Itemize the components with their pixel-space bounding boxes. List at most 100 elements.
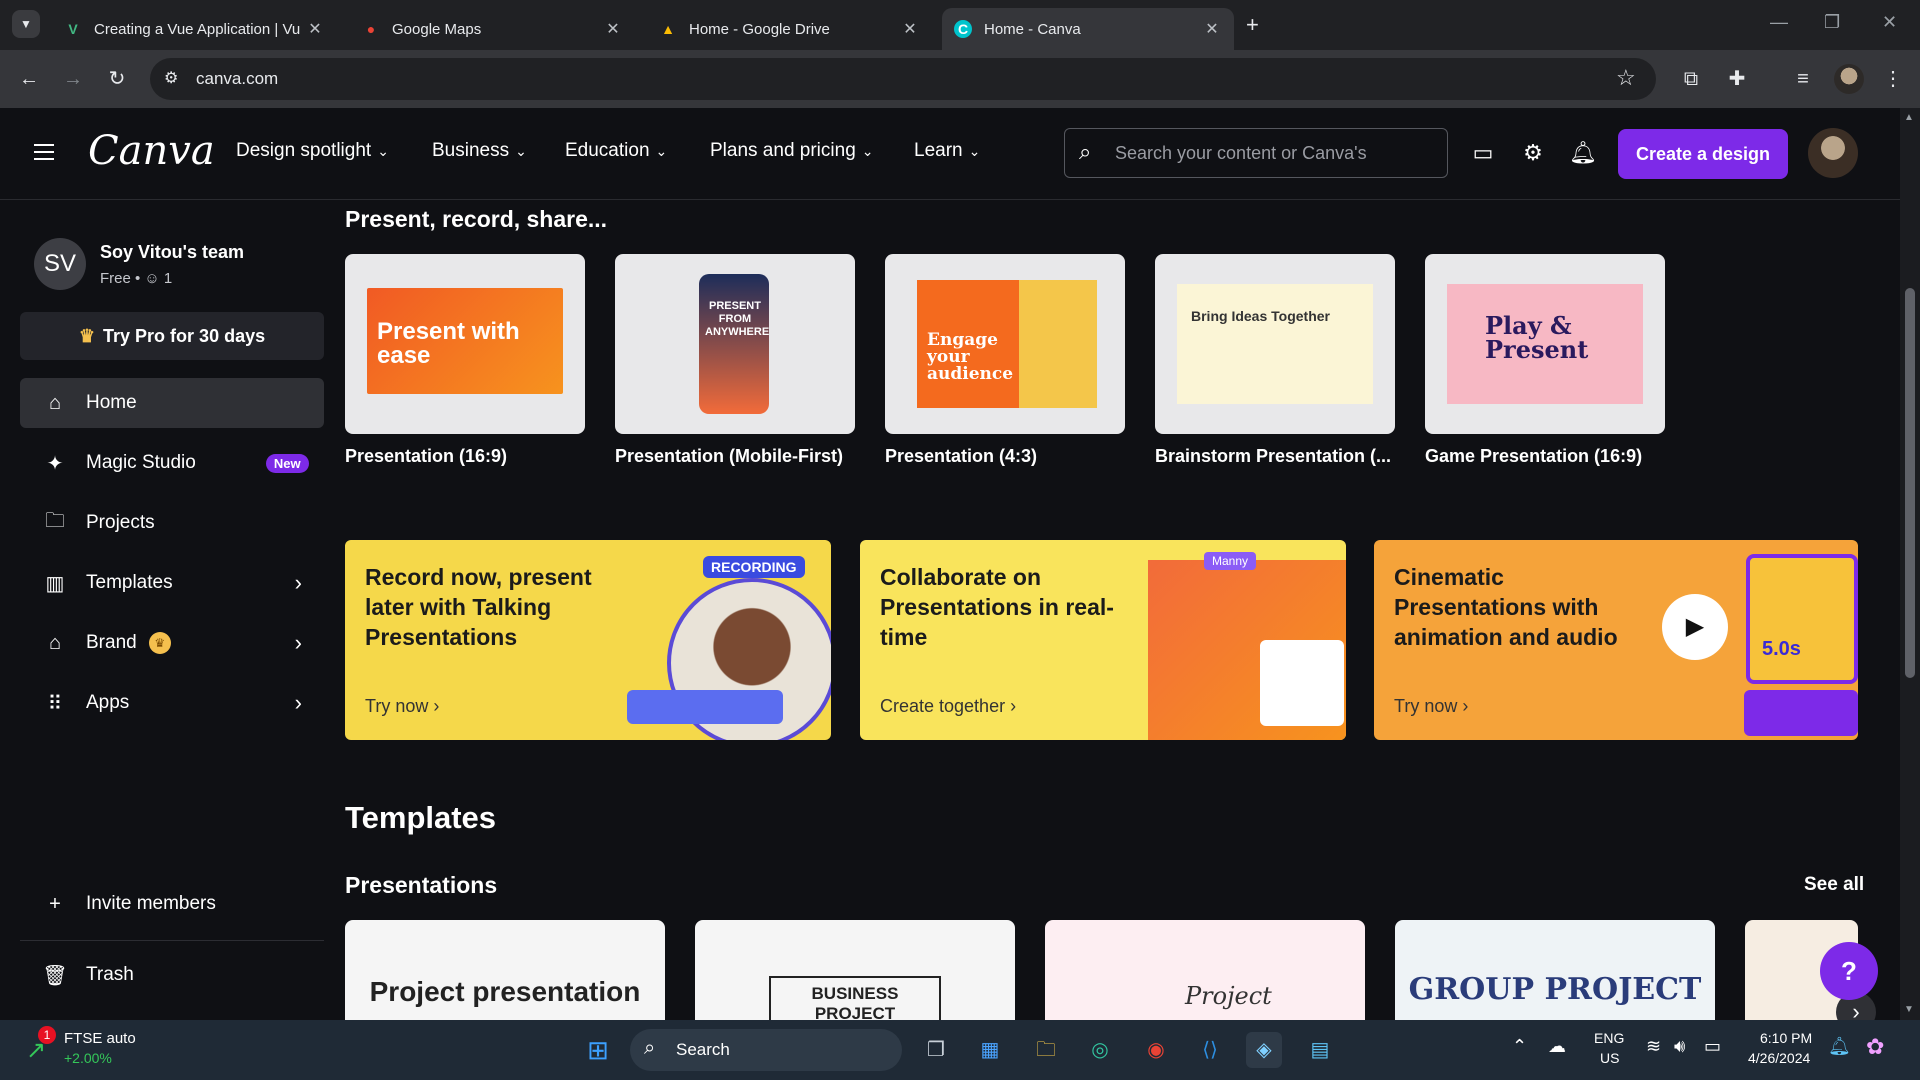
- taskbar-search-input[interactable]: ⌕ Search: [630, 1029, 902, 1071]
- card-thumb-presentation-4-3[interactable]: Engage your audience: [885, 254, 1125, 434]
- forward-icon[interactable]: →: [58, 64, 88, 94]
- menu-dots-icon[interactable]: ⋮: [1878, 64, 1908, 94]
- chrome-browser-icon[interactable]: ◉: [1138, 1032, 1174, 1068]
- media-control-icon[interactable]: ≡: [1788, 64, 1818, 94]
- page-scrollbar[interactable]: ▲ ▼: [1900, 108, 1920, 1020]
- wifi-icon[interactable]: ≋: [1646, 1036, 1661, 1057]
- close-icon[interactable]: ✕: [603, 19, 623, 39]
- promo-collaborate[interactable]: Collaborate on Presentations in real-tim…: [860, 540, 1346, 740]
- sidebar-item-home[interactable]: ⌂ Home: [20, 378, 324, 428]
- new-badge: New: [265, 453, 309, 473]
- sidebar-item-templates[interactable]: ▥ Templates ›: [20, 558, 324, 608]
- reload-icon[interactable]: ↻: [102, 64, 132, 94]
- promo-talking-presentations[interactable]: Record now, present later with Talking P…: [345, 540, 831, 740]
- card-label[interactable]: Presentation (Mobile-First): [615, 446, 855, 467]
- nav-education[interactable]: Education ⌄: [565, 140, 667, 162]
- nav-plans-pricing[interactable]: Plans and pricing ⌄: [710, 140, 874, 162]
- edge-browser-icon[interactable]: ◎: [1082, 1032, 1118, 1068]
- site-info-icon[interactable]: ⚙: [164, 68, 178, 88]
- sidebar-item-magic-studio[interactable]: ✦ Magic Studio New: [20, 438, 324, 488]
- promo-link[interactable]: Try now ›: [1394, 696, 1468, 717]
- play-icon[interactable]: ▶: [1662, 594, 1728, 660]
- windows-start-icon[interactable]: ⊞: [580, 1032, 616, 1068]
- scrollbar-thumb[interactable]: [1905, 288, 1915, 678]
- python-app-icon[interactable]: ◈: [1246, 1032, 1282, 1068]
- copilot-icon[interactable]: ✿: [1866, 1034, 1884, 1060]
- promo-cinematic[interactable]: Cinematic Presentations with animation a…: [1374, 540, 1858, 740]
- card-thumb-presentation-16-9[interactable]: Present with ease: [345, 254, 585, 434]
- tray-overflow-icon[interactable]: ⌃: [1512, 1036, 1527, 1057]
- nav-learn[interactable]: Learn ⌄: [914, 140, 980, 162]
- tab-vue[interactable]: V Creating a Vue Application | Vu ✕: [52, 8, 337, 50]
- template-thumb[interactable]: Project: [1045, 920, 1365, 1020]
- try-pro-button[interactable]: ♛ Try Pro for 30 days: [20, 312, 324, 360]
- team-name[interactable]: Soy Vitou's team: [100, 242, 244, 263]
- card-thumb-game[interactable]: Play & Present: [1425, 254, 1665, 434]
- promo-link[interactable]: Try now ›: [365, 696, 439, 717]
- battery-icon[interactable]: ▭: [1704, 1036, 1721, 1057]
- notification-bell-icon[interactable]: 🔔︎: [1828, 1036, 1851, 1057]
- microsoft-store-icon[interactable]: ▦: [972, 1032, 1008, 1068]
- card-label[interactable]: Presentation (4:3): [885, 446, 1125, 467]
- user-avatar[interactable]: [1808, 128, 1858, 178]
- template-thumb[interactable]: GROUP PROJECT: [1395, 920, 1715, 1020]
- extensions-icon[interactable]: ✚: [1722, 64, 1752, 94]
- template-thumb[interactable]: BUSINESS PROJECT: [695, 920, 1015, 1020]
- restore-icon[interactable]: ❐: [1824, 12, 1840, 33]
- notepad-icon[interactable]: ▤: [1302, 1032, 1338, 1068]
- sidebar-item-projects[interactable]: 🗀︎ Projects: [20, 498, 324, 548]
- bookmark-star-icon[interactable]: ☆: [1616, 65, 1636, 91]
- tab-maps[interactable]: ● Google Maps ✕: [350, 8, 635, 50]
- language-label[interactable]: ENG: [1594, 1030, 1624, 1046]
- card-label[interactable]: Presentation (16:9): [345, 446, 585, 467]
- template-thumb[interactable]: Project presentation: [345, 920, 665, 1020]
- close-icon[interactable]: ✕: [1202, 19, 1222, 39]
- promo-link[interactable]: Create together ›: [880, 696, 1016, 717]
- minimize-icon[interactable]: —: [1770, 12, 1788, 33]
- back-icon[interactable]: ←: [14, 64, 44, 94]
- settings-gear-icon[interactable]: ⚙: [1518, 138, 1548, 168]
- card-thumb-brainstorm[interactable]: Bring Ideas Together: [1155, 254, 1395, 434]
- omnibox[interactable]: ⚙ canva.com ☆: [150, 58, 1656, 100]
- invite-members-button[interactable]: + Invite members: [20, 879, 324, 929]
- new-tab-icon[interactable]: +: [1246, 12, 1259, 38]
- onedrive-cloud-icon[interactable]: ☁: [1548, 1036, 1566, 1057]
- card-thumb-presentation-mobile[interactable]: PRESENT FROM ANYWHERE: [615, 254, 855, 434]
- hamburger-menu-icon[interactable]: [34, 144, 54, 160]
- create-design-button[interactable]: Create a design: [1618, 129, 1788, 179]
- sidebar-item-apps[interactable]: ⠿ Apps ›: [20, 678, 324, 728]
- translate-icon[interactable]: ⧉: [1676, 64, 1706, 94]
- stock-name[interactable]: FTSE auto: [64, 1030, 136, 1047]
- scroll-down-icon[interactable]: ▼: [1904, 1004, 1914, 1015]
- team-avatar[interactable]: SV: [34, 238, 86, 290]
- nav-business[interactable]: Business ⌄: [432, 140, 527, 162]
- sidebar-item-trash[interactable]: 🗑︎ Trash: [20, 950, 324, 1000]
- tab-search-dropdown-icon[interactable]: ▼: [12, 10, 40, 38]
- tab-canva[interactable]: C Home - Canva ✕: [942, 8, 1234, 50]
- present-section-title: Present, record, share...: [345, 206, 608, 232]
- canva-logo[interactable]: Canva: [88, 128, 215, 174]
- file-explorer-icon[interactable]: 🗀︎: [1028, 1032, 1064, 1068]
- card-label[interactable]: Brainstorm Presentation (...: [1155, 446, 1395, 467]
- see-all-link[interactable]: See all: [1804, 874, 1864, 896]
- chevron-down-icon: ⌄: [515, 143, 527, 159]
- search-input[interactable]: ⌕ Search your content or Canva's: [1064, 128, 1448, 178]
- close-icon[interactable]: ✕: [900, 19, 920, 39]
- profile-avatar[interactable]: [1834, 64, 1864, 94]
- task-view-icon[interactable]: ❐: [918, 1032, 954, 1068]
- card-label[interactable]: Game Presentation (16:9): [1425, 446, 1665, 467]
- notification-bell-icon[interactable]: 🔔︎: [1568, 138, 1598, 168]
- sidebar-item-label: Trash: [86, 964, 134, 985]
- sidebar-item-brand[interactable]: ⌂ Brand ♛ ›: [20, 618, 324, 668]
- scroll-up-icon[interactable]: ▲: [1904, 112, 1914, 123]
- help-button[interactable]: ?: [1820, 942, 1878, 1000]
- close-window-icon[interactable]: ✕: [1882, 12, 1897, 33]
- desktop-app-icon[interactable]: ▭: [1468, 138, 1498, 168]
- tab-drive[interactable]: ▲ Home - Google Drive ✕: [647, 8, 932, 50]
- volume-icon[interactable]: 🔊︎: [1674, 1036, 1685, 1057]
- vscode-icon[interactable]: ⟨⟩: [1192, 1032, 1228, 1068]
- nav-design-spotlight[interactable]: Design spotlight ⌄: [236, 140, 389, 162]
- close-icon[interactable]: ✕: [305, 19, 325, 39]
- crown-icon: ♛: [148, 632, 171, 654]
- clock-time[interactable]: 6:10 PM: [1760, 1030, 1812, 1046]
